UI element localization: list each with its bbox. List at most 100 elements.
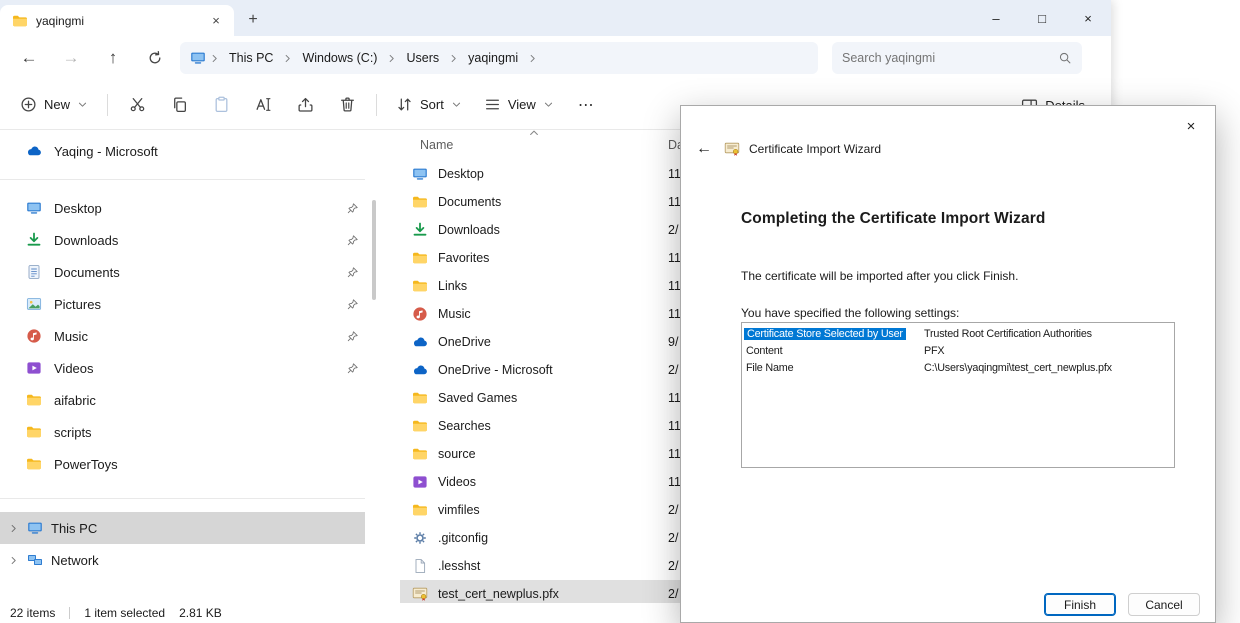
sidebar-item-label: aifabric (54, 393, 96, 408)
sidebar-item-this-pc[interactable]: This PC (0, 512, 365, 544)
this-pc-icon (190, 50, 206, 66)
document-icon (26, 264, 42, 280)
sidebar-item-scripts[interactable]: scripts (0, 416, 365, 448)
file-name: Saved Games (438, 391, 517, 405)
rename-button[interactable] (243, 87, 283, 123)
folder-icon (26, 392, 42, 408)
cancel-button[interactable]: Cancel (1128, 593, 1200, 616)
trash-icon (339, 96, 356, 113)
copy-button[interactable] (159, 87, 199, 123)
certificate-icon (412, 586, 428, 602)
share-icon (297, 96, 314, 113)
chevron-right-icon[interactable] (8, 523, 19, 534)
breadcrumb-users[interactable]: Users (400, 51, 445, 65)
settings-list[interactable]: Certificate Store Selected by User Trust… (741, 322, 1175, 468)
share-button[interactable] (285, 87, 325, 123)
sidebar-divider (0, 498, 365, 499)
refresh-button[interactable] (134, 40, 176, 76)
file-name: Searches (438, 419, 491, 433)
sidebar-item-desktop[interactable]: Desktop (0, 192, 365, 224)
settings-row[interactable]: Certificate Store Selected by User Trust… (744, 325, 1172, 342)
new-icon (20, 96, 37, 113)
sidebar-item-network[interactable]: Network (0, 544, 365, 576)
file-name: Links (438, 279, 467, 293)
back-button[interactable]: ← (8, 40, 50, 76)
new-tab-button[interactable]: + (238, 5, 268, 35)
folder-icon (412, 446, 428, 462)
file-date: 2/ (668, 503, 678, 517)
setting-key: File Name (744, 362, 924, 374)
dialog-header: ← Certificate Import Wizard (693, 140, 881, 158)
chevron-down-icon (451, 99, 462, 110)
explorer-tab[interactable]: yaqingmi × (0, 5, 234, 36)
folder-icon (412, 194, 428, 210)
dialog-back-button[interactable]: ← (693, 140, 715, 158)
search-box[interactable] (832, 42, 1082, 74)
music-note-icon (26, 328, 42, 344)
up-button[interactable]: ↑ (92, 40, 134, 76)
sort-label: Sort (420, 97, 444, 112)
sidebar-item-music[interactable]: Music (0, 320, 365, 352)
finish-button[interactable]: Finish (1044, 593, 1116, 616)
sidebar-scrollbar[interactable] (372, 200, 376, 300)
chevron-right-icon[interactable] (8, 555, 19, 566)
new-label: New (44, 97, 70, 112)
breadcrumb-windows-c[interactable]: Windows (C:) (296, 51, 383, 65)
navigation-bar: ← → ↑ This PC Windows (C:) Users yaqingm… (0, 36, 1111, 80)
settings-row[interactable]: Content PFX (744, 342, 1172, 359)
download-icon (26, 232, 42, 248)
sidebar-item-documents[interactable]: Documents (0, 256, 365, 288)
sidebar-item-videos[interactable]: Videos (0, 352, 365, 384)
breadcrumb-this-pc[interactable]: This PC (223, 51, 279, 65)
more-button[interactable]: ⋯ (566, 87, 606, 123)
sidebar-item-aifabric[interactable]: aifabric (0, 384, 365, 416)
file-name: Desktop (438, 167, 484, 181)
delete-button[interactable] (327, 87, 367, 123)
search-icon[interactable] (1058, 51, 1072, 65)
pin-icon (346, 202, 359, 215)
breadcrumb[interactable]: This PC Windows (C:) Users yaqingmi (180, 42, 818, 74)
view-button[interactable]: View (474, 87, 564, 123)
chevron-right-icon (386, 53, 397, 64)
dialog-close-icon[interactable]: × (1175, 113, 1207, 139)
chevron-down-icon (543, 99, 554, 110)
tab-close-icon[interactable]: × (206, 11, 226, 31)
search-input[interactable] (842, 51, 1058, 65)
cut-icon (129, 96, 146, 113)
cut-button[interactable] (117, 87, 157, 123)
column-header-name[interactable]: Name (420, 138, 453, 152)
sidebar-item-downloads[interactable]: Downloads (0, 224, 365, 256)
more-icon: ⋯ (578, 95, 594, 115)
pin-icon (346, 298, 359, 311)
picture-icon (26, 296, 42, 312)
sidebar-item-label: Downloads (54, 233, 118, 248)
sort-button[interactable]: Sort (386, 87, 472, 123)
folder-icon (412, 390, 428, 406)
screen: yaqingmi × + – □ × ← → ↑ This PC Windows… (0, 0, 1240, 623)
file-date: 2/ (668, 223, 678, 237)
settings-row[interactable]: File Name C:\Users\yaqingmi\test_cert_ne… (744, 359, 1172, 376)
sidebar-item-powertoys[interactable]: PowerToys (0, 448, 365, 480)
folder-icon (26, 456, 42, 472)
file-icon (412, 558, 428, 574)
status-divider (69, 607, 70, 619)
chevron-right-icon (209, 53, 220, 64)
new-button[interactable]: New (10, 87, 98, 123)
folder-icon (412, 278, 428, 294)
dialog-title: Certificate Import Wizard (749, 142, 881, 156)
folder-icon (12, 13, 28, 29)
pin-icon (346, 266, 359, 279)
setting-key: Content (744, 345, 924, 357)
sidebar-item-onedrive[interactable]: Yaqing - Microsoft (0, 135, 365, 167)
file-name: vimfiles (438, 503, 480, 517)
sidebar-item-pictures[interactable]: Pictures (0, 288, 365, 320)
this-pc-icon (27, 520, 43, 536)
minimize-button[interactable]: – (973, 0, 1019, 36)
file-name: .gitconfig (438, 531, 488, 545)
paste-button[interactable] (201, 87, 241, 123)
breadcrumb-yaqingmi[interactable]: yaqingmi (462, 51, 524, 65)
close-button[interactable]: × (1065, 0, 1111, 36)
sort-ascending-icon[interactable] (528, 127, 540, 139)
maximize-button[interactable]: □ (1019, 0, 1065, 36)
forward-button[interactable]: → (50, 40, 92, 76)
